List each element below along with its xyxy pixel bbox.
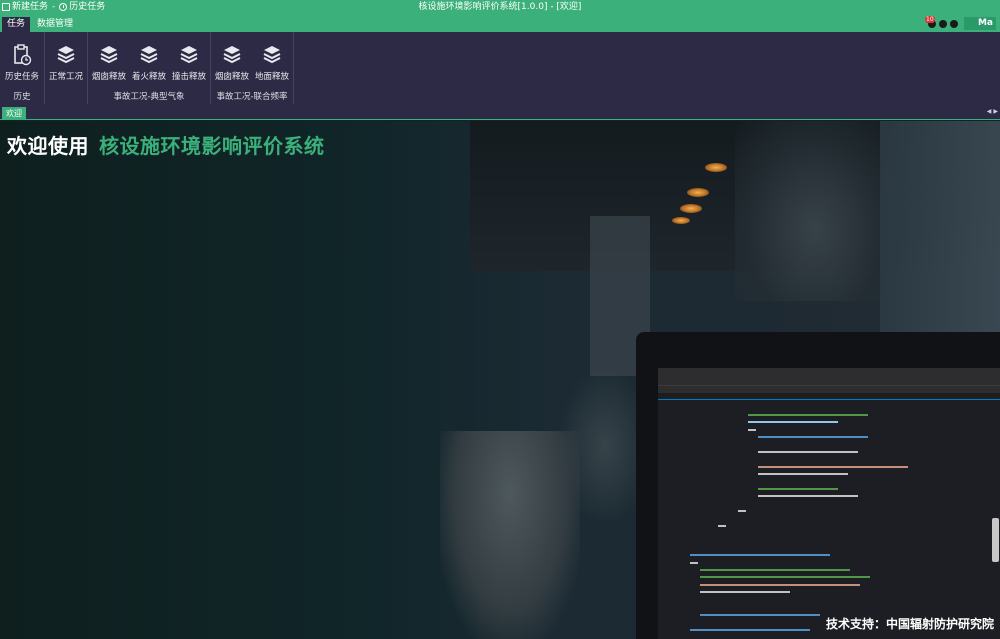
history-task-quick-button[interactable]: 历史任务 xyxy=(59,0,105,14)
title-bar: 新建任务 - 历史任务 核设施环境影响评价系统[1.0.0] - [欢迎] xyxy=(0,0,1000,14)
background-chair xyxy=(440,431,580,639)
layers-icon xyxy=(223,46,241,64)
code-lines-image xyxy=(690,414,908,631)
ide-toolbar xyxy=(658,385,1000,393)
ribbon: 历史任务 历史 正常工况 烟囱释放 着火释放 撞击释放 事故工况-典型气象 烟囱… xyxy=(0,32,1000,104)
window-title: 核设施环境影响评价系统[1.0.0] - [欢迎] xyxy=(418,2,582,12)
clipboard-clock-icon xyxy=(14,44,32,66)
laptop-screen-image xyxy=(658,368,1000,639)
chimney-release-joint-label: 烟囱释放 xyxy=(214,72,249,82)
welcome-prefix: 欢迎使用 xyxy=(7,134,89,158)
ribbon-group-accident-typical: 烟囱释放 着火释放 撞击释放 事故工况-典型气象 xyxy=(88,32,211,104)
history-task-button[interactable]: 历史任务 xyxy=(2,44,42,82)
layers-icon xyxy=(263,46,281,64)
ground-release-button[interactable]: 地面释放 xyxy=(252,44,292,82)
ribbon-tab-bar: 任务 数据管理 10 Ma xyxy=(0,14,1000,32)
quick-access-toolbar: 新建任务 - 历史任务 xyxy=(2,0,105,14)
tab-data-management[interactable]: 数据管理 xyxy=(32,17,78,32)
group-label-history: 历史 xyxy=(13,92,31,102)
chimney-release-typical-label: 烟囱释放 xyxy=(91,72,126,82)
document-tab-strip: 欢迎 ◀ ▶ xyxy=(0,104,1000,120)
ground-release-label: 地面释放 xyxy=(254,72,289,82)
welcome-heading: 欢迎使用 核设施环境影响评价系统 xyxy=(7,130,325,159)
ide-title-bar xyxy=(658,368,1000,377)
pendant-light xyxy=(687,188,709,197)
layers-icon xyxy=(100,46,118,64)
new-task-icon xyxy=(2,3,10,11)
chimney-release-joint-button[interactable]: 烟囱释放 xyxy=(212,44,252,82)
tab-scroll-left-icon[interactable]: ◀ xyxy=(987,108,992,115)
tab-scroll-arrows: ◀ ▶ xyxy=(987,108,998,115)
system-name: 核设施环境影响评价系统 xyxy=(99,134,325,158)
layers-icon xyxy=(140,46,158,64)
status-area: 10 Ma xyxy=(925,15,996,30)
help-icon[interactable] xyxy=(950,19,958,28)
normal-condition-label: 正常工况 xyxy=(48,72,83,82)
layers-icon xyxy=(57,46,75,64)
impact-release-label: 撞击释放 xyxy=(171,72,206,82)
tab-welcome[interactable]: 欢迎 xyxy=(2,107,26,120)
fire-release-button[interactable]: 着火释放 xyxy=(129,44,169,82)
side-scroll-handle[interactable] xyxy=(992,518,999,562)
pendant-light xyxy=(705,163,727,172)
ide-menu-bar xyxy=(658,377,1000,385)
pendant-light xyxy=(680,204,702,213)
history-clock-icon xyxy=(59,3,68,11)
notification-badge: 10 xyxy=(925,15,935,23)
new-task-button[interactable]: 新建任务 xyxy=(2,0,48,14)
quick-access-separator: - xyxy=(52,2,56,12)
background-shelf xyxy=(735,121,895,301)
tab-task[interactable]: 任务 xyxy=(2,17,31,32)
ribbon-group-history: 历史任务 历史 xyxy=(0,32,45,104)
user-badge[interactable]: Ma xyxy=(964,17,996,30)
group-label-accident-typical: 事故工况-典型气象 xyxy=(113,92,185,102)
layers-icon xyxy=(180,46,198,64)
tech-support-label: 技术支持：中国辐射防护研究院 xyxy=(825,617,994,631)
settings-gear-icon[interactable] xyxy=(939,19,947,28)
ribbon-group-normal: 正常工况 xyxy=(45,32,88,104)
history-task-quick-label: 历史任务 xyxy=(69,2,106,12)
chimney-release-typical-button[interactable]: 烟囱释放 xyxy=(89,44,129,82)
normal-condition-button[interactable]: 正常工况 xyxy=(46,44,86,82)
notification-icon[interactable]: 10 xyxy=(925,15,936,28)
fire-release-label: 着火释放 xyxy=(131,72,166,82)
ide-tabs xyxy=(658,393,1000,400)
tab-scroll-right-icon[interactable]: ▶ xyxy=(993,108,998,115)
group-label-accident-joint: 事故工况-联合频率 xyxy=(216,92,288,102)
history-task-label: 历史任务 xyxy=(4,72,39,82)
impact-release-button[interactable]: 撞击释放 xyxy=(169,44,209,82)
new-task-label: 新建任务 xyxy=(12,2,49,12)
ribbon-group-accident-joint: 烟囱释放 地面释放 事故工况-联合频率 xyxy=(211,32,294,104)
welcome-page: 欢迎使用 核设施环境影响评价系统 技术支持：中国辐射防护研究院 xyxy=(0,121,1000,639)
pendant-light xyxy=(672,217,690,224)
